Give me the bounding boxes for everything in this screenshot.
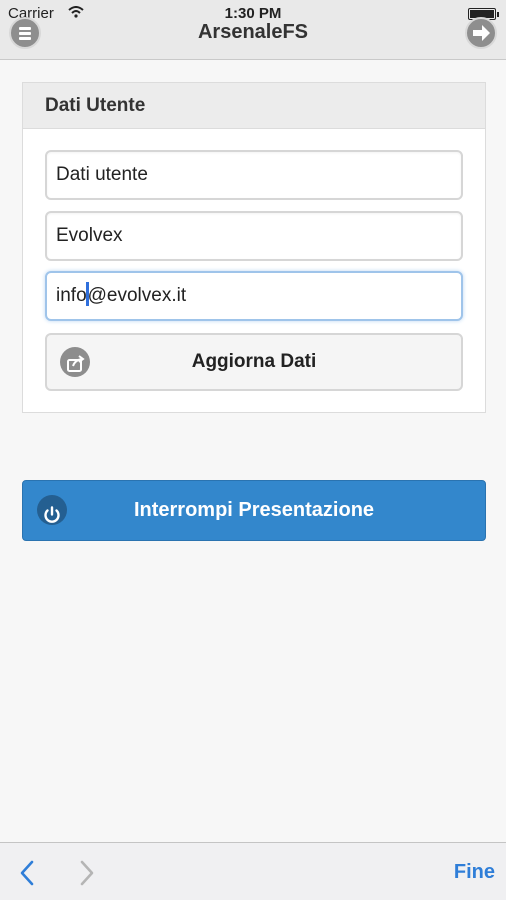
chevron-left-icon[interactable] [17,859,37,887]
card-title: Dati Utente [23,83,485,129]
page-title: ArsenaleFS [197,21,309,43]
nav-bar: Carrier 1:30 PM ArsenaleFS [0,0,506,60]
update-data-button[interactable]: Aggiorna Dati [45,333,463,391]
stop-presentation-button[interactable]: Interrompi Presentazione [22,480,486,541]
company-field[interactable]: Evolvex [45,211,463,261]
share-icon [60,347,90,377]
power-icon [37,495,67,525]
email-text-before: info [56,285,87,306]
update-data-label: Aggiorna Dati [191,351,317,372]
stop-presentation-label: Interrompi Presentazione [133,499,375,521]
done-button[interactable]: Fine [454,861,495,884]
status-time: 1:30 PM [224,5,282,22]
arrow-right-icon [473,25,490,41]
user-data-card: Dati Utente Dati utente Evolvex info@evo… [22,82,486,413]
email-field[interactable]: info@evolvex.it [45,271,463,321]
name-field[interactable]: Dati utente [45,150,463,200]
bottom-toolbar: Fine [0,842,506,900]
chevron-right-icon[interactable] [77,859,97,887]
email-text-after: @evolvex.it [87,285,187,306]
app-screen: Carrier 1:30 PM ArsenaleFS Dati Utente D… [0,0,506,900]
forward-nav-button[interactable] [465,17,497,49]
